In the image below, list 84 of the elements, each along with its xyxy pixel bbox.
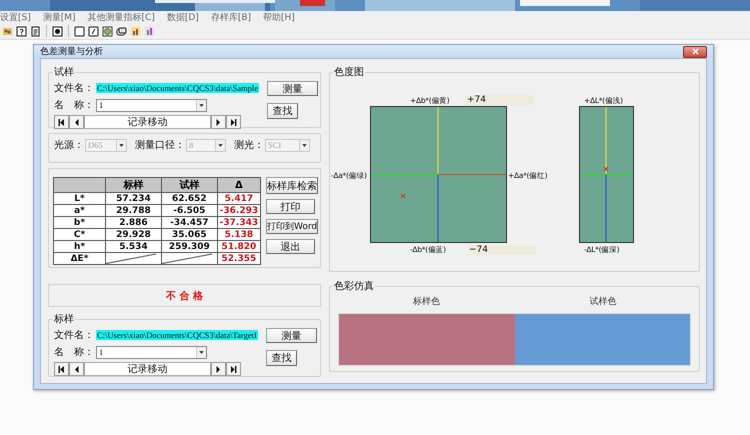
file-label: 文件名： — [54, 82, 94, 95]
action-button[interactable]: 打印到Word — [266, 219, 318, 234]
menu-item[interactable]: 帮助[H] — [263, 10, 295, 24]
row-label: ΔE* — [54, 252, 106, 264]
group-title: 标样 — [53, 312, 75, 326]
row-label: L* — [54, 192, 106, 204]
slash-square-icon[interactable] — [88, 26, 99, 36]
name-label: 名 称： — [54, 99, 94, 112]
name-label: 名 称： — [54, 346, 94, 359]
table-cell: 35.065 — [161, 228, 218, 240]
menu-item[interactable]: 存样库[B] — [210, 10, 252, 24]
table-cell: 259.309 — [161, 240, 218, 252]
next-button[interactable] — [211, 115, 226, 129]
previous-button[interactable] — [69, 115, 84, 129]
next-button[interactable] — [211, 362, 226, 376]
table-cell: -6.505 — [161, 204, 218, 216]
previous-icon — [73, 118, 80, 126]
menu-item[interactable]: 测量[M] — [42, 10, 76, 24]
action-button[interactable]: 打印 — [266, 199, 315, 214]
color-wheel-icon[interactable] — [102, 26, 113, 36]
table-cell: 29.788 — [106, 204, 162, 216]
next-icon — [215, 118, 222, 126]
column-header: Δ — [217, 178, 260, 192]
close-icon — [692, 48, 698, 55]
first-icon — [58, 366, 65, 372]
last-icon — [230, 118, 237, 126]
row-label: h* — [54, 240, 106, 252]
first-button[interactable] — [54, 115, 69, 129]
find-button[interactable]: 查找 — [267, 103, 298, 119]
last-button[interactable] — [226, 115, 241, 129]
menu-item[interactable]: 其他测量指标[C] — [88, 10, 155, 24]
row-label: a* — [54, 204, 106, 216]
close-button[interactable] — [683, 46, 707, 58]
first-button[interactable] — [54, 362, 69, 376]
row-label: C* — [54, 228, 106, 240]
swatch-label: 试样色 — [588, 296, 618, 309]
find-button[interactable]: 查找 — [266, 350, 297, 366]
file-label: 文件名： — [54, 328, 94, 342]
action-button[interactable]: 标样库检索 — [266, 177, 318, 194]
result-text: 不 合 格 — [166, 290, 203, 302]
action-button[interactable]: 退出 — [266, 239, 315, 254]
previous-button[interactable] — [69, 362, 84, 376]
column-header: 试样 — [161, 178, 218, 192]
column-header: 标样 — [106, 178, 162, 192]
table-cell: 29.928 — [106, 228, 162, 240]
menu-item[interactable]: 设置[S] — [0, 10, 31, 24]
group-title: 试样 — [53, 66, 75, 79]
square-icon[interactable] — [74, 26, 85, 36]
table-cell: -34.457 — [161, 216, 218, 228]
setting-label: 测量口径： — [135, 138, 185, 152]
chart-icon[interactable] — [130, 26, 141, 36]
first-icon — [58, 118, 65, 126]
table-cell: 57.234 — [106, 192, 162, 204]
name-dropdown[interactable]: 1 — [96, 98, 207, 112]
palette-icon[interactable] — [2, 26, 13, 36]
menu-item[interactable]: 数据[D] — [166, 10, 199, 24]
window-title: 色差测量与分析 — [40, 46, 103, 58]
group-title: 色彩仿真 — [333, 280, 375, 293]
record-icon[interactable] — [52, 26, 63, 36]
previous-icon — [73, 366, 80, 372]
row-label: b* — [54, 216, 106, 228]
swatch-label: 标样色 — [412, 296, 441, 309]
table-cell: 5.534 — [106, 240, 162, 252]
file-path: C:\Users\xiao\Documents\CQCS3\data\Sample — [96, 83, 260, 93]
file-path: C:\Users\xiao\Documents\CQCS3\data\TargetI — [96, 330, 258, 340]
measure-button[interactable]: 测量 — [266, 328, 317, 343]
range-label: +74 — [466, 95, 534, 105]
next-icon — [215, 366, 222, 372]
setting-label: 光源： — [54, 138, 84, 152]
last-icon — [230, 366, 237, 372]
chart-icon[interactable] — [144, 26, 155, 36]
group-title: 色度图 — [333, 66, 365, 79]
last-button[interactable] — [226, 362, 241, 376]
table-cell: 62.652 — [161, 192, 218, 204]
name-dropdown[interactable]: 1 — [96, 346, 207, 358]
record-move-field[interactable]: 记录移动 — [84, 362, 211, 376]
record-move-field[interactable]: 记录移动 — [84, 115, 211, 129]
table-cell: 2.886 — [106, 216, 162, 228]
range-label: −74 — [468, 245, 536, 255]
help-icon[interactable] — [16, 26, 27, 36]
document-icon[interactable] — [30, 26, 41, 36]
setting-label: 测光： — [234, 138, 264, 152]
measure-button[interactable]: 测量 — [267, 81, 318, 96]
window-icon[interactable] — [116, 26, 127, 36]
